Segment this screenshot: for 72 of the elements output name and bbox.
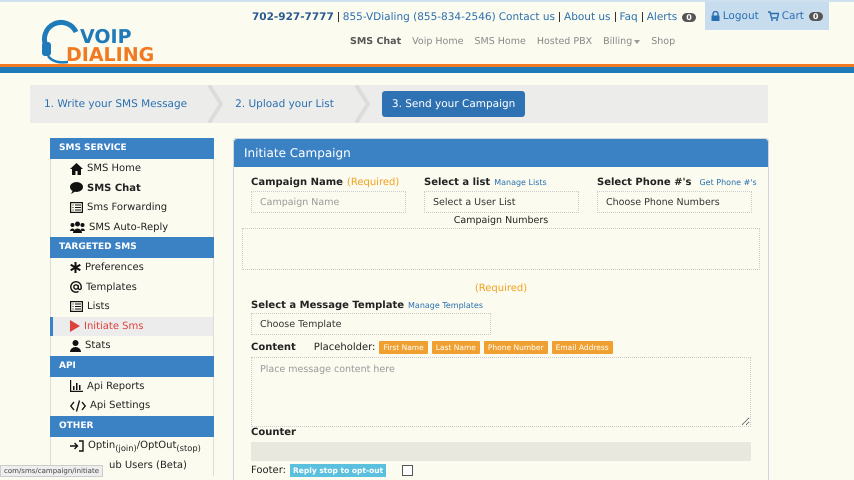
field-label: Footer: (251, 465, 286, 476)
sidebar-heading: OTHER (50, 416, 214, 436)
nav-link[interactable]: SMS Home (474, 36, 526, 47)
sidebar-item[interactable]: Api Reports (50, 376, 214, 396)
template-select[interactable]: Choose Template (251, 313, 491, 335)
required-note: (Required) (474, 283, 528, 294)
header-link[interactable]: Contact us (498, 11, 556, 23)
phone-numbers-select[interactable]: Choose Phone Numbers (597, 191, 752, 213)
nav-link[interactable]: SMS Chat (350, 36, 402, 47)
step-tab[interactable]: 1. Write your SMS Message (44, 91, 198, 117)
panel-title: Initiate Campaign (234, 139, 768, 167)
play-icon (70, 320, 80, 332)
lock-icon (710, 11, 720, 21)
message-content-field[interactable]: Place message content here (251, 357, 751, 427)
nav-link[interactable]: Shop (651, 36, 676, 47)
field-label: Select Phone #'s (597, 177, 692, 188)
get-phone-link[interactable]: Get Phone #'s (699, 178, 757, 187)
sidebar-item[interactable]: Sms Forwarding (50, 198, 214, 218)
field-label: Counter (251, 427, 296, 438)
step-tab[interactable]: 2. Upload your List (235, 91, 344, 117)
home-icon (70, 162, 83, 175)
at-icon (70, 281, 82, 294)
placeholder-label: Placeholder: (314, 342, 376, 353)
sidebar-heading: SMS SERVICE (50, 138, 214, 159)
logo-text: VOIP (80, 28, 132, 46)
field-label: Campaign Numbers (452, 215, 550, 226)
campaign-name-field[interactable]: Campaign Name (251, 191, 406, 213)
sidebar-item[interactable]: Optin$_{(join)}$/OptOut$_{(stop)}$ (50, 436, 214, 456)
chevron-icon (354, 85, 370, 123)
alerts-link[interactable]: Alerts (646, 11, 678, 23)
phone-number: 702-927-7777 (252, 11, 334, 23)
logo[interactable]: VOIP DIALING (40, 2, 252, 64)
chat-icon (70, 182, 83, 194)
manage-templates-link[interactable]: Manage Templates (408, 301, 484, 310)
manage-lists-link[interactable]: Manage Lists (494, 178, 547, 187)
sidebar-heading: TARGETED SMS (50, 237, 214, 258)
sign-in-icon (70, 440, 84, 452)
nav-link[interactable]: Hosted PBX (536, 36, 592, 47)
nav-link[interactable]: Voip Home (412, 36, 464, 47)
list-icon (70, 301, 83, 312)
user-icon (70, 340, 81, 352)
alerts-count: 0 (682, 12, 696, 22)
step-tab[interactable]: 3. Send your Campaign (382, 91, 526, 117)
header-link[interactable]: About us (564, 11, 611, 23)
caret-icon (634, 40, 640, 44)
sidebar-item[interactable]: SMS Home (50, 159, 214, 178)
required-note: (Required) (346, 177, 400, 188)
users-icon (70, 221, 85, 234)
list-select[interactable]: Select a User List (424, 191, 579, 213)
sidebar-item[interactable]: Templates (50, 278, 214, 297)
sidebar-item[interactable]: Preferences (50, 258, 214, 278)
logo-text: DIALING (66, 46, 154, 64)
list-icon (70, 202, 83, 214)
header-link[interactable]: Faq (620, 11, 638, 23)
bar-chart-icon (70, 380, 83, 392)
field-label: Campaign Name (251, 177, 343, 188)
footer-checkbox[interactable] (402, 465, 414, 476)
chevron-icon (207, 85, 224, 123)
nav-link[interactable]: Billing (603, 36, 640, 47)
logout-link[interactable]: Logout (722, 10, 759, 22)
sidebar-item[interactable]: SMS Chat (50, 178, 214, 198)
field-label: Content (251, 342, 296, 353)
toll-free-number: 855-VDialing (855-834-2546) (342, 11, 496, 23)
cart-icon (768, 11, 779, 21)
sidebar-heading: API (50, 356, 214, 376)
asterisk-icon (70, 262, 81, 274)
sidebar-item[interactable]: Initiate Sms (50, 316, 214, 336)
code-icon (70, 400, 86, 412)
field-label: Select a Message Template (251, 300, 404, 311)
cart-count: 0 (808, 12, 822, 20)
field-label: Select a list (424, 177, 490, 188)
cart-link[interactable]: Cart (782, 10, 804, 22)
